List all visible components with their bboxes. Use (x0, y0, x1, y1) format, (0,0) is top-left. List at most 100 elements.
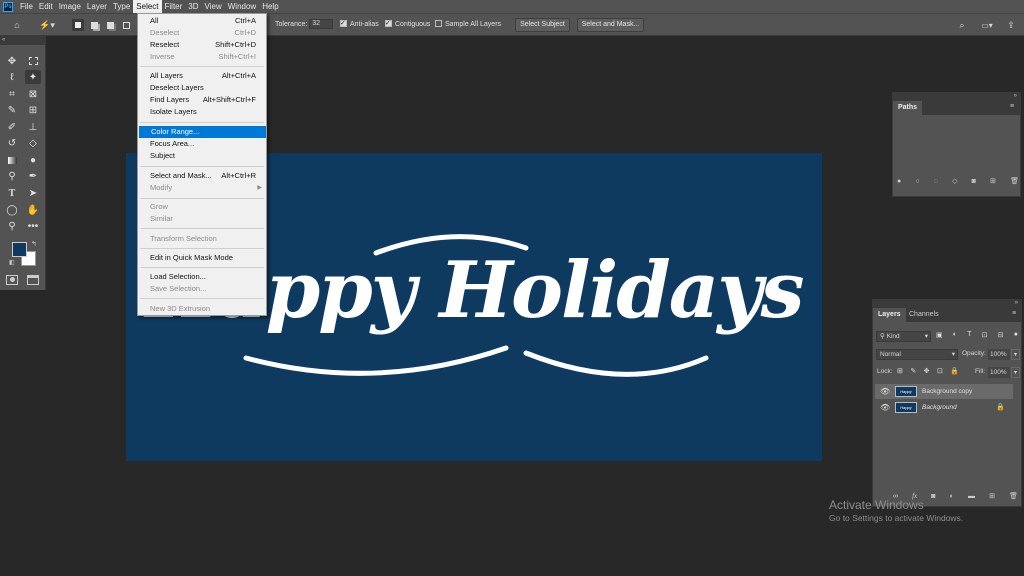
subtract-selection-icon[interactable] (104, 19, 116, 31)
gradient-tool-icon[interactable] (4, 153, 20, 167)
new-layer-icon[interactable]: ⊞ (989, 492, 995, 500)
lock-all-icon[interactable]: 🔒 (950, 367, 959, 375)
menu-file[interactable]: File (17, 0, 36, 13)
share-icon[interactable]: ⇪ (1004, 18, 1018, 32)
intersect-selection-icon[interactable] (120, 19, 132, 31)
tolerance-input[interactable]: 32 (309, 19, 334, 30)
menu-image[interactable]: Image (56, 0, 84, 13)
menu-item-similar[interactable]: Similar (138, 213, 266, 225)
type-filter-icon[interactable]: T (967, 331, 971, 342)
fill-input[interactable]: 100% (988, 367, 1010, 378)
menu-item-inverse[interactable]: Inverse Shift+Ctrl+I (138, 51, 266, 63)
lasso-tool-icon[interactable]: ℓ (4, 70, 20, 84)
visibility-eye-icon[interactable]: 👁 (880, 400, 890, 415)
contiguous-option[interactable]: Contiguous (385, 18, 430, 31)
eraser-tool-icon[interactable]: ◇ (25, 136, 41, 150)
menu-item-find-layers[interactable]: Find Layers Alt+Shift+Ctrl+F (138, 94, 266, 106)
menu-view[interactable]: View (202, 0, 225, 13)
load-path-selection-icon[interactable]: ◌ (934, 178, 938, 185)
add-selection-icon[interactable] (88, 19, 100, 31)
adjustment-layer-icon[interactable]: ◐ (950, 493, 954, 500)
menu-item-isolate-layers[interactable]: Isolate Layers (138, 106, 266, 118)
menu-layer[interactable]: Layer (84, 0, 110, 13)
move-tool-icon[interactable]: ✥ (4, 54, 20, 68)
new-selection-icon[interactable] (72, 19, 84, 31)
menu-filter[interactable]: Filter (162, 0, 186, 13)
marquee-tool-icon[interactable] (25, 54, 41, 68)
layer-filter-select[interactable]: ⚲ Kind ▾ (876, 331, 931, 342)
screen-mode-icon[interactable] (27, 275, 39, 285)
layer-row-background[interactable]: 👁 Happy Background 🔒 (875, 400, 1013, 415)
swap-colors-icon[interactable]: ↰ (31, 240, 37, 248)
delete-layer-icon[interactable]: 🗑 (1009, 492, 1018, 500)
menu-item-subject[interactable]: Subject (138, 150, 266, 162)
tab-paths[interactable]: Paths (893, 101, 923, 115)
history-brush-tool-icon[interactable]: ↺ (4, 136, 20, 150)
menu-item-save-selection[interactable]: Save Selection... (138, 283, 266, 295)
more-tools-icon[interactable]: ••• (25, 219, 41, 233)
crop-tool-icon[interactable]: ⌗ (4, 87, 20, 101)
panel-menu-icon[interactable]: ≡ (1010, 103, 1014, 110)
paths-panel-collapse-bar[interactable]: » (892, 92, 1021, 100)
smart-object-filter-icon[interactable]: ⊟ (998, 331, 1004, 342)
menu-item-select-and-mask[interactable]: Select and Mask... Alt+Ctrl+R (138, 170, 266, 182)
anti-alias-option[interactable]: Anti-alias (340, 18, 379, 31)
type-tool-icon[interactable]: T (4, 186, 20, 200)
magic-wand-preset-icon[interactable]: ⚡▾ (36, 18, 58, 32)
search-icon[interactable]: ⌕ (955, 18, 969, 32)
menu-item-reselect[interactable]: Reselect Shift+Ctrl+D (138, 39, 266, 51)
hand-tool-icon[interactable]: ✋ (25, 203, 41, 217)
tools-panel-header[interactable]: « (0, 36, 46, 45)
menu-item-transform-selection[interactable]: Transform Selection (138, 233, 266, 245)
stroke-path-icon[interactable]: ○ (915, 178, 919, 185)
menu-window[interactable]: Window (225, 0, 259, 13)
shape-filter-icon[interactable]: ⊡ (982, 331, 988, 342)
menu-item-quick-mask[interactable]: Edit in Quick Mask Mode (138, 252, 266, 264)
blend-mode-select[interactable]: Normal ▾ (876, 349, 958, 360)
layers-panel-collapse-bar[interactable]: » (872, 299, 1022, 307)
dodge-tool-icon[interactable]: ⚲ (4, 169, 20, 183)
fill-dropdown-icon[interactable]: ▾ (1011, 367, 1020, 378)
panel-menu-icon[interactable]: ≡ (1012, 310, 1016, 317)
menu-item-deselect[interactable]: Deselect Ctrl+D (138, 27, 266, 39)
menu-item-all-layers[interactable]: All Layers Alt+Ctrl+A (138, 70, 266, 82)
menu-item-modify[interactable]: Modify ▶ (138, 182, 266, 194)
eyedropper-tool-icon[interactable]: ✎ (4, 103, 20, 117)
delete-path-icon[interactable]: 🗑 (1010, 177, 1019, 185)
anti-alias-checkbox[interactable] (340, 18, 347, 30)
fill-path-icon[interactable]: ● (897, 178, 901, 185)
lock-transparent-icon[interactable]: ⊞ (897, 367, 903, 375)
magic-wand-tool-icon[interactable]: ✦ (25, 70, 41, 84)
brush-tool-icon[interactable]: ✐ (4, 120, 20, 134)
opacity-dropdown-icon[interactable]: ▾ (1011, 349, 1020, 360)
sample-all-layers-checkbox[interactable] (435, 19, 442, 27)
new-group-icon[interactable]: ▬ (968, 493, 975, 500)
new-path-icon[interactable]: ⊞ (990, 177, 996, 185)
menu-item-new-3d-extrusion[interactable]: New 3D Extrusion (138, 303, 266, 315)
clone-stamp-tool-icon[interactable]: ⊥ (25, 120, 41, 134)
lock-position-icon[interactable]: ✥ (924, 367, 930, 375)
blur-tool-icon[interactable]: ● (25, 153, 41, 167)
adjustment-filter-icon[interactable]: ◐ (953, 331, 957, 342)
default-colors-icon[interactable]: ◧ (9, 259, 15, 266)
visibility-eye-icon[interactable]: 👁 (880, 384, 890, 399)
menu-item-all[interactable]: All Ctrl+A (138, 15, 266, 27)
add-mask-icon[interactable]: ◙ (972, 178, 976, 185)
contiguous-checkbox[interactable] (385, 18, 392, 30)
make-work-path-icon[interactable]: ◇ (952, 177, 957, 185)
menu-item-grow[interactable]: Grow (138, 201, 266, 213)
frame-tool-icon[interactable]: ⊠ (25, 87, 41, 101)
sample-all-layers-option[interactable]: Sample All Layers (435, 19, 501, 31)
lock-artboard-icon[interactable]: ⊡ (937, 367, 943, 375)
home-icon[interactable]: ⌂ (9, 18, 25, 32)
lock-image-icon[interactable]: ✎ (910, 367, 916, 375)
tab-channels[interactable]: Channels (904, 308, 944, 322)
filter-toggle-icon[interactable]: ● (1014, 331, 1018, 342)
menu-item-load-selection[interactable]: Load Selection... (138, 271, 266, 283)
zoom-tool-icon[interactable]: ⚲ (4, 219, 20, 233)
ellipse-tool-icon[interactable]: ◯ (4, 203, 20, 217)
menu-item-color-range[interactable]: Color Range... (139, 126, 266, 138)
healing-brush-tool-icon[interactable]: ⊞ (25, 103, 41, 117)
workspace-icon[interactable]: ▭▾ (977, 18, 997, 32)
select-subject-button[interactable]: Select Subject (515, 18, 570, 32)
